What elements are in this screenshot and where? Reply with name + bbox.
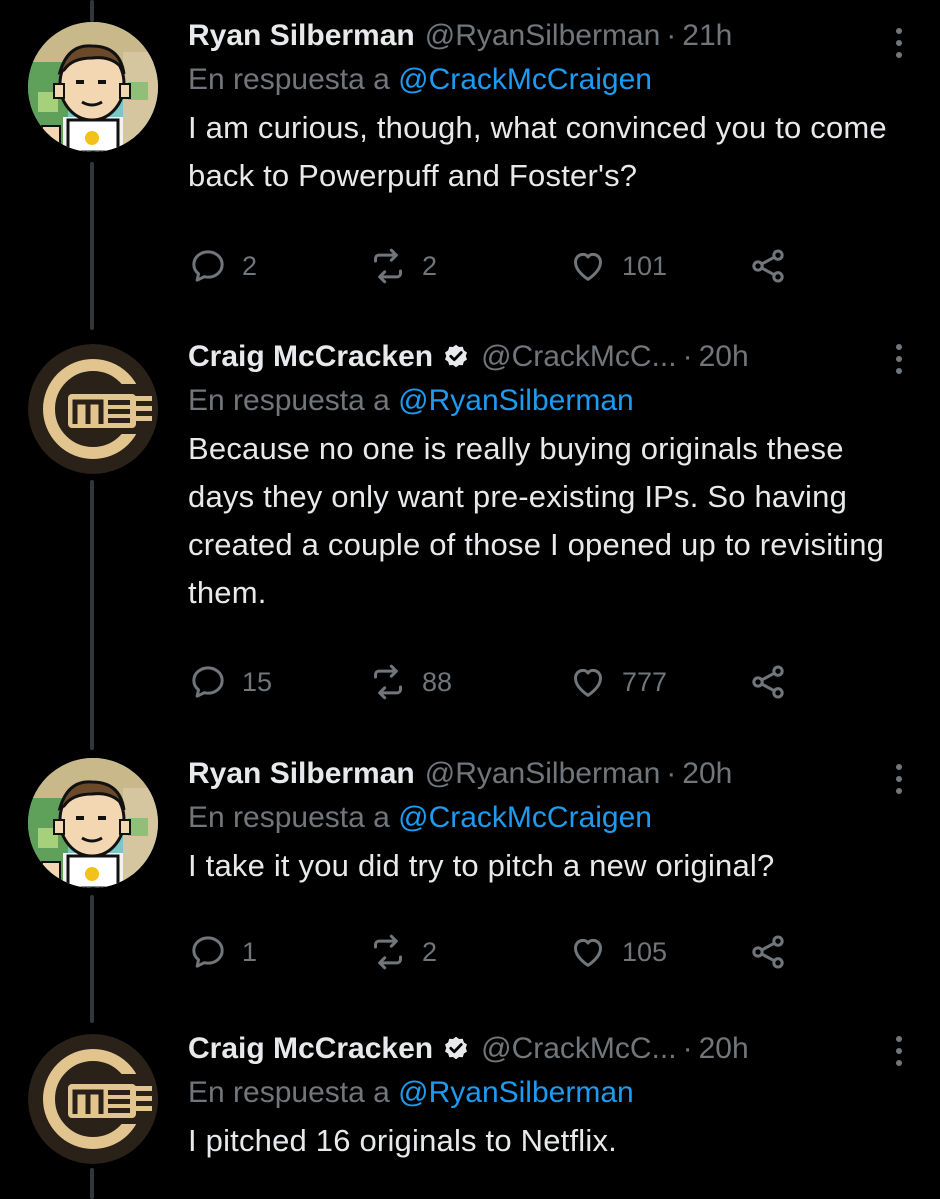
like-button[interactable]: 777	[568, 660, 667, 704]
user-handle[interactable]: @CrackMcC...	[481, 1029, 676, 1069]
display-name[interactable]: Ryan Silberman	[188, 16, 415, 56]
user-handle[interactable]: @RyanSilberman	[425, 754, 661, 794]
pixel-art-avatar	[28, 22, 158, 152]
reply-context: En respuesta a @CrackMcCraigen	[188, 60, 916, 100]
retweet-icon	[374, 934, 402, 970]
reply-button[interactable]: 15	[188, 660, 272, 704]
share-icon	[752, 935, 784, 969]
avatar[interactable]	[28, 758, 158, 888]
reply-icon	[192, 666, 224, 698]
like-icon	[574, 668, 602, 697]
thread-line	[90, 1168, 94, 1199]
display-name[interactable]: Ryan Silberman	[188, 754, 415, 794]
share-button[interactable]	[748, 660, 788, 704]
reply-icon	[192, 250, 224, 282]
like-count: 777	[622, 666, 668, 697]
reply-icon	[192, 936, 224, 968]
reply-context: En respuesta a @RyanSilberman	[188, 381, 916, 421]
reply-context: En respuesta a @RyanSilberman	[188, 1073, 916, 1113]
like-icon	[574, 252, 602, 281]
avatar[interactable]	[28, 22, 158, 152]
reply-button[interactable]: 1	[188, 930, 257, 974]
more-icon[interactable]	[894, 344, 904, 378]
timestamp[interactable]: 21h	[682, 16, 732, 56]
tweet-text: I am curious, though, what convinced you…	[188, 110, 887, 193]
more-icon[interactable]	[894, 28, 904, 62]
reply-mention-link[interactable]: @RyanSilberman	[398, 384, 634, 417]
share-icon	[752, 665, 784, 699]
more-icon[interactable]	[894, 1036, 904, 1070]
timestamp[interactable]: 20h	[682, 754, 732, 794]
more-icon[interactable]	[894, 764, 904, 798]
tweet-text: I take it you did try to pitch a new ori…	[188, 848, 775, 883]
share-button[interactable]	[748, 244, 788, 288]
reply-count: 1	[242, 936, 258, 967]
separator-dot: ·	[682, 1032, 693, 1065]
tweet-header: Craig McCracken @CrackMcC... · 20h	[188, 1028, 916, 1069]
display-name[interactable]: Craig McCracken	[188, 337, 433, 377]
verified-icon	[441, 341, 471, 371]
cmc-logo-avatar	[28, 1034, 158, 1164]
tweet-actions: 15 88 777	[188, 660, 848, 704]
tweet-actions: 1 2 105	[188, 930, 848, 974]
reply-prefix: En respuesta a	[188, 63, 390, 96]
timestamp[interactable]: 20h	[699, 1029, 749, 1069]
avatar[interactable]	[28, 344, 158, 474]
retweet-count: 88	[422, 666, 453, 697]
reply-mention-link[interactable]: @CrackMcCraigen	[398, 801, 652, 834]
tweet-text: Because no one is really buying original…	[188, 431, 885, 610]
reply-button[interactable]: 2	[188, 244, 257, 288]
thread-line	[90, 480, 94, 750]
retweet-button[interactable]: 2	[368, 930, 437, 974]
user-handle[interactable]: @CrackMcC...	[481, 337, 676, 377]
reply-mention-link[interactable]: @CrackMcCraigen	[398, 63, 652, 96]
reply-prefix: En respuesta a	[188, 384, 390, 417]
tweet-header: Ryan Silberman @RyanSilberman · 21h	[188, 16, 916, 56]
avatar[interactable]	[28, 1034, 158, 1164]
retweet-icon	[374, 664, 402, 700]
separator-dot: ·	[666, 19, 677, 52]
share-icon	[752, 249, 784, 283]
like-icon	[574, 938, 602, 967]
thread-line	[90, 162, 94, 330]
reply-context: En respuesta a @CrackMcCraigen	[188, 798, 916, 838]
user-handle[interactable]: @RyanSilberman	[425, 16, 661, 56]
like-count: 101	[622, 250, 668, 281]
separator-dot: ·	[666, 757, 677, 790]
cmc-logo-avatar	[28, 344, 158, 474]
display-name[interactable]: Craig McCracken	[188, 1029, 433, 1069]
tweet-header: Ryan Silberman @RyanSilberman · 20h	[188, 754, 916, 794]
share-button[interactable]	[748, 930, 788, 974]
tweet-actions: 2 2 101	[188, 244, 848, 288]
retweet-button[interactable]: 2	[368, 244, 437, 288]
like-button[interactable]: 105	[568, 930, 667, 974]
reply-prefix: En respuesta a	[188, 801, 390, 834]
reply-prefix: En respuesta a	[188, 1076, 390, 1109]
retweet-count: 2	[422, 936, 438, 967]
like-count: 105	[622, 936, 668, 967]
tweet-text: I pitched 16 originals to Netflix.	[188, 1123, 617, 1158]
retweet-icon	[374, 248, 402, 284]
verified-icon	[441, 1033, 471, 1063]
separator-dot: ·	[682, 340, 693, 373]
retweet-count: 2	[422, 250, 438, 281]
timestamp[interactable]: 20h	[699, 337, 749, 377]
reply-count: 15	[242, 666, 273, 697]
reply-count: 2	[242, 250, 258, 281]
thread-line	[90, 895, 94, 1023]
pixel-art-avatar	[28, 758, 158, 888]
reply-mention-link[interactable]: @RyanSilberman	[398, 1076, 634, 1109]
retweet-button[interactable]: 88	[368, 660, 452, 704]
thread-line	[90, 0, 94, 22]
like-button[interactable]: 101	[568, 244, 667, 288]
tweet-header: Craig McCracken @CrackMcC... · 20h	[188, 336, 916, 377]
